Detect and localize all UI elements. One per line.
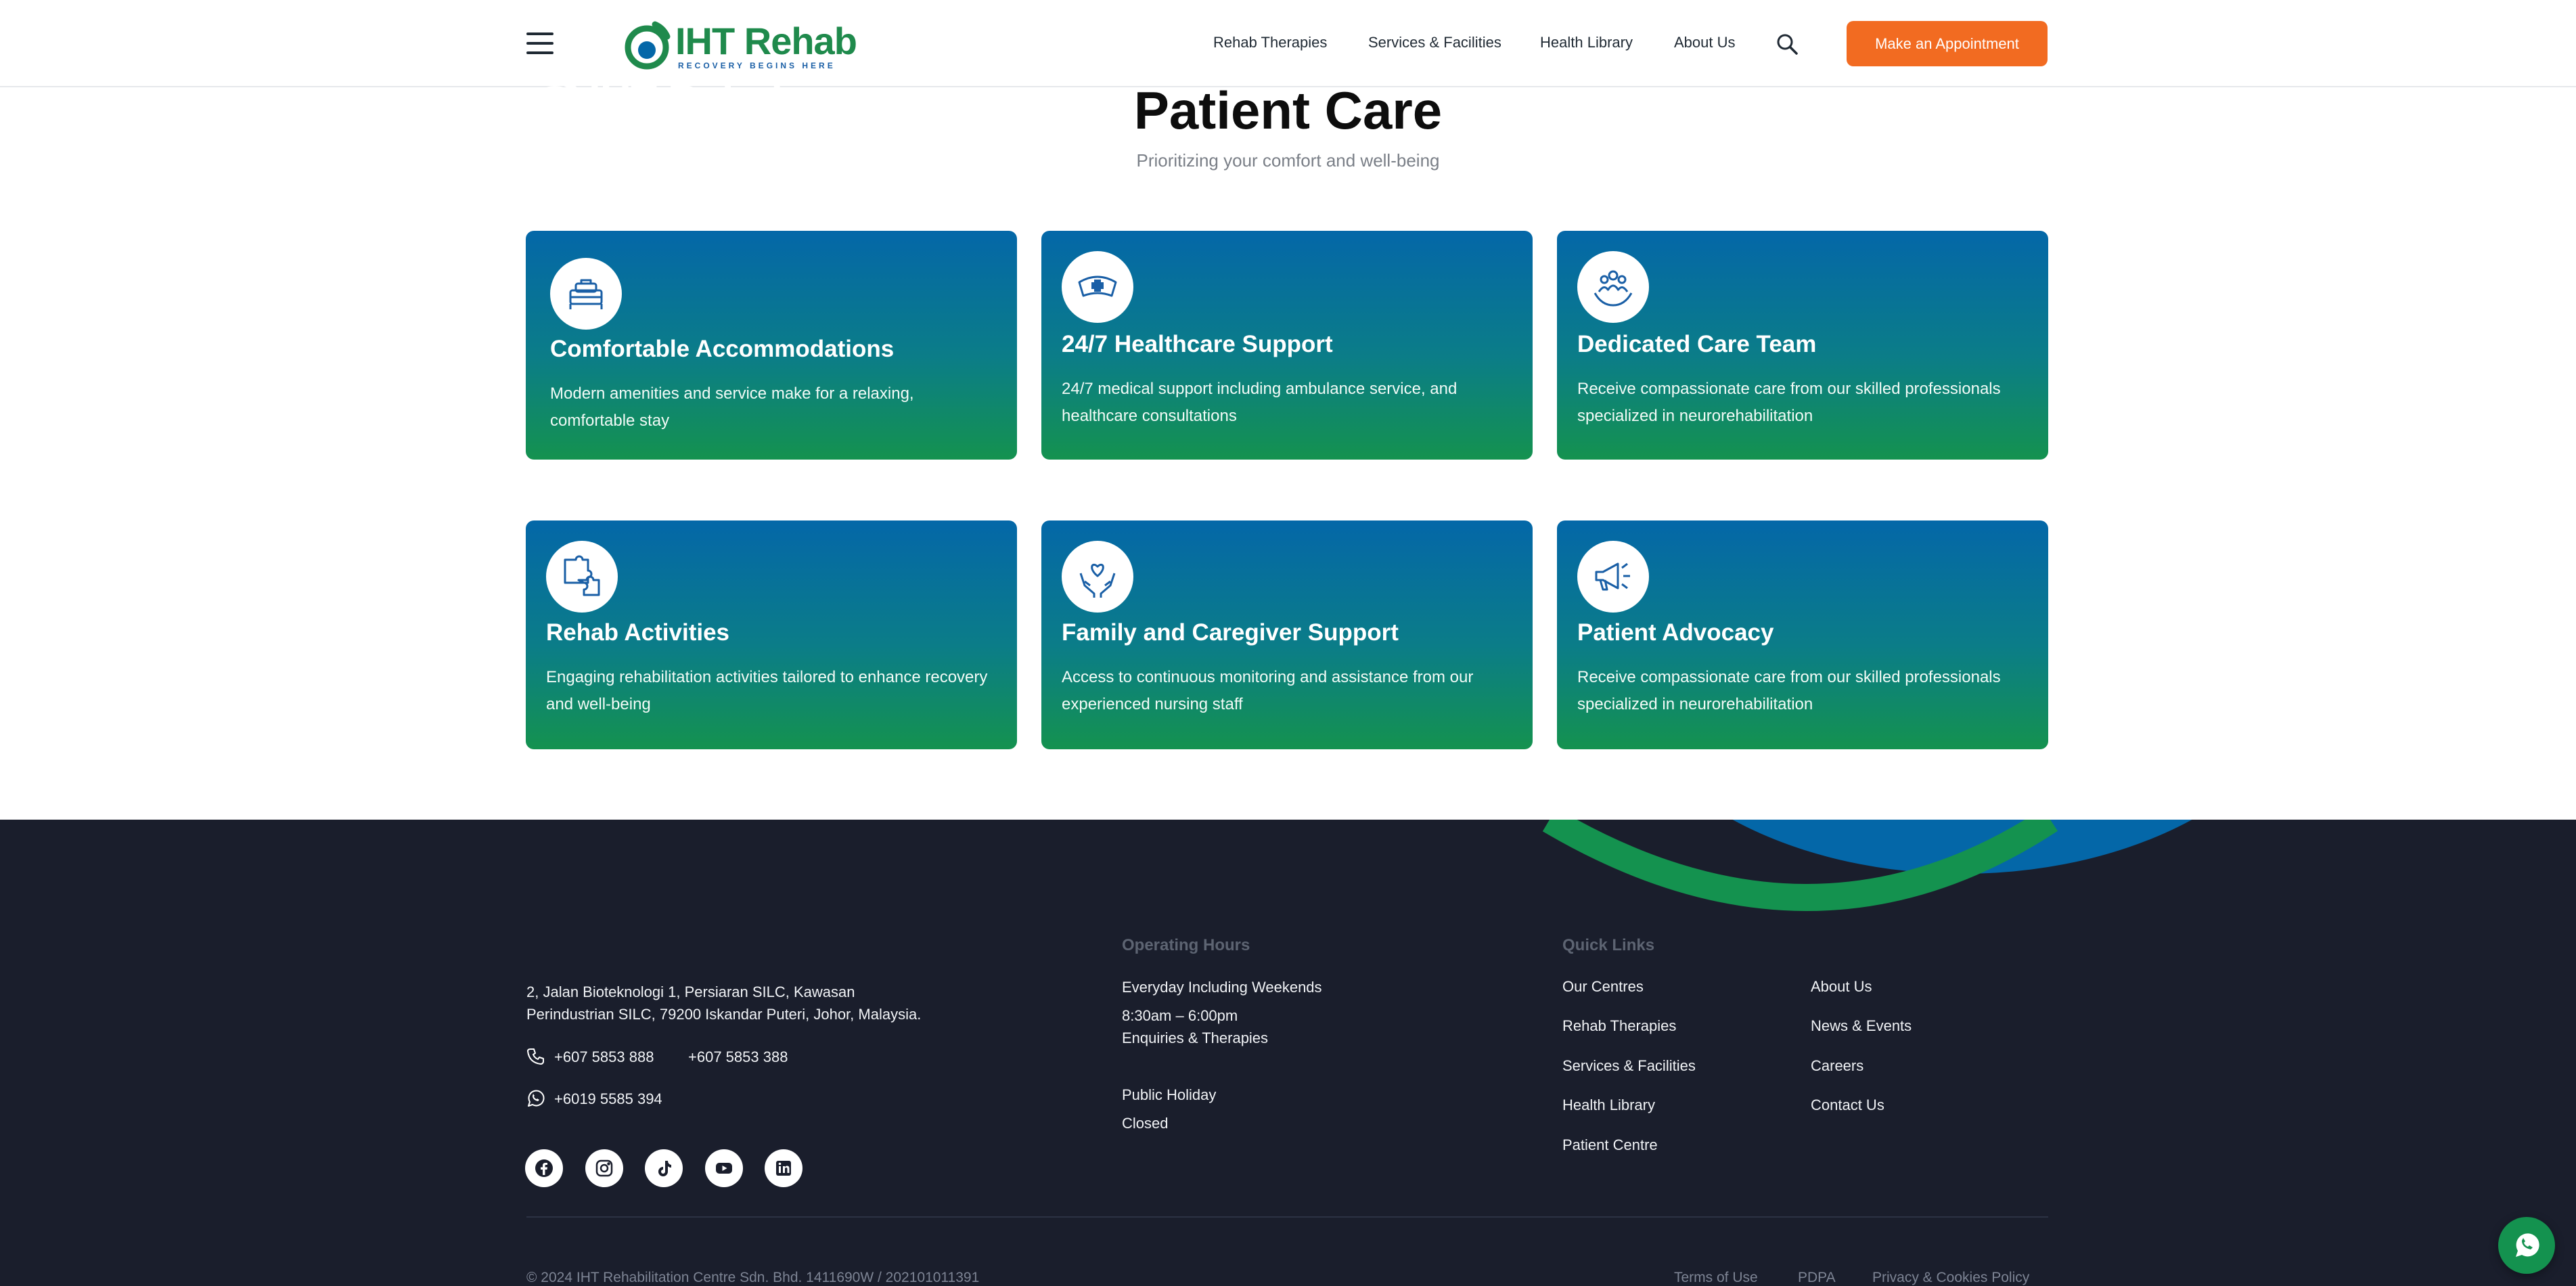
nav-about-us[interactable]: About Us — [1674, 34, 1736, 51]
card-description: Receive compassionate care from our skil… — [1577, 380, 2001, 425]
footer-link-patient-centre[interactable]: Patient Centre — [1562, 1136, 1658, 1154]
whatsapp-chat-button[interactable] — [2498, 1217, 2555, 1274]
whatsapp-icon — [2516, 1233, 2539, 1257]
footer-link-health-library[interactable]: Health Library — [1562, 1096, 1655, 1114]
make-appointment-button[interactable]: Make an Appointment — [1847, 21, 2048, 66]
care-team-icon — [1577, 251, 1649, 323]
card-title: Rehab Activities — [546, 619, 730, 646]
facebook-icon[interactable] — [525, 1149, 563, 1187]
phone-icon — [527, 1048, 544, 1065]
hamburger-menu-icon[interactable] — [526, 32, 553, 54]
footer-link-news-events[interactable]: News & Events — [1811, 1017, 1912, 1035]
logo-tagline: RECOVERY BEGINS HERE — [678, 61, 836, 70]
nav-health-library[interactable]: Health Library — [1540, 34, 1633, 51]
hours-line-5: Closed — [1122, 1115, 1169, 1132]
card-comfortable-accommodations: Comfortable Accommodations Modern amenit… — [526, 231, 1017, 460]
card-description: Access to continuous monitoring and assi… — [1062, 668, 1474, 713]
privacy-cookies-link[interactable]: Privacy & Cookies Policy — [1872, 1270, 2029, 1286]
footer-link-about-us[interactable]: About Us — [1811, 978, 1872, 996]
hands-heart-icon — [1062, 541, 1133, 613]
logo-mark-icon — [625, 21, 671, 70]
card-rehab-activities: Rehab Activities Engaging rehabilitation… — [526, 520, 1017, 749]
footer-divider — [526, 1216, 2048, 1218]
footer-link-services-facilities[interactable]: Services & Facilities — [1562, 1057, 1696, 1075]
search-icon[interactable] — [1776, 32, 1799, 56]
section-subtitle: Prioritizing your comfort and well-being — [1136, 150, 1440, 171]
card-description: Engaging rehabilitation activities tailo… — [546, 668, 988, 713]
copyright-text: © 2024 IHT Rehabilitation Centre Sdn. Bh… — [526, 1270, 980, 1285]
footer-logo-mark-icon — [528, 79, 583, 139]
section-title: Patient Care — [1133, 81, 1443, 140]
phone-number-2[interactable]: +607 5853 388 — [688, 1046, 788, 1068]
nurse-cap-icon — [1062, 251, 1133, 323]
card-title: Family and Caregiver Support — [1062, 619, 1399, 646]
logo-name: IHT Rehab — [675, 20, 857, 62]
footer-logo[interactable]: IHT Rehab RECOVERY BEGINS HERE — [526, 72, 797, 139]
card-healthcare-support: 24/7 Healthcare Support 24/7 medical sup… — [1041, 231, 1533, 460]
tiktok-icon[interactable] — [645, 1149, 683, 1187]
card-description: Receive compassionate care from our skil… — [1577, 668, 2001, 713]
address-line-2: Perindustrian SILC, 79200 Iskandar Puter… — [526, 1006, 922, 1023]
site-header: IHT Rehab RECOVERY BEGINS HERE Rehab The… — [0, 0, 2576, 87]
terms-of-use-link[interactable]: Terms of Use — [1674, 1270, 1758, 1286]
whatsapp-number[interactable]: +6019 5585 394 — [554, 1088, 662, 1110]
address-line-1: 2, Jalan Bioteknologi 1, Persiaran SILC,… — [526, 983, 855, 1000]
footer-link-careers[interactable]: Careers — [1811, 1057, 1863, 1075]
instagram-icon[interactable] — [585, 1149, 623, 1187]
card-family-caregiver-support: Family and Caregiver Support Access to c… — [1041, 520, 1533, 749]
card-patient-advocacy: Patient Advocacy Receive compassionate c… — [1557, 520, 2048, 749]
whatsapp-icon — [528, 1090, 545, 1107]
operating-hours-heading: Operating Hours — [1122, 936, 1250, 954]
card-title: Patient Advocacy — [1577, 619, 1774, 646]
pdpa-link[interactable]: PDPA — [1798, 1270, 1836, 1286]
footer-link-rehab-therapies[interactable]: Rehab Therapies — [1562, 1017, 1676, 1035]
card-title: 24/7 Healthcare Support — [1062, 331, 1333, 357]
footer-link-our-centres[interactable]: Our Centres — [1562, 978, 1644, 996]
site-logo[interactable]: IHT Rehab RECOVERY BEGINS HERE — [623, 16, 857, 73]
linkedin-icon[interactable] — [765, 1149, 803, 1187]
card-title: Dedicated Care Team — [1577, 331, 1817, 357]
footer-logo-tagline: RECOVERY BEGINS HERE — [591, 126, 780, 137]
card-description: 24/7 medical support including ambulance… — [1062, 380, 1458, 425]
youtube-icon[interactable] — [705, 1149, 743, 1187]
hours-line-4: Public Holiday — [1122, 1086, 1217, 1103]
quick-links-heading: Quick Links — [1562, 936, 1655, 954]
hours-line-1: Everyday Including Weekends — [1122, 979, 1322, 996]
footer-logo-name: IHT Rehab — [589, 76, 797, 125]
hours-line-2: 8:30am – 6:00pm — [1122, 1007, 1238, 1024]
card-dedicated-care-team: Dedicated Care Team Receive compassionat… — [1557, 231, 2048, 460]
hours-line-3: Enquiries & Therapies — [1122, 1029, 1269, 1046]
puzzle-icon — [546, 541, 618, 613]
nav-rehab-therapies[interactable]: Rehab Therapies — [1213, 34, 1327, 51]
nav-services-facilities[interactable]: Services & Facilities — [1368, 34, 1501, 51]
card-title: Comfortable Accommodations — [550, 336, 895, 362]
card-description: Modern amenities and service make for a … — [550, 384, 914, 430]
megaphone-icon — [1577, 541, 1649, 613]
phone-number-1[interactable]: +607 5853 888 — [554, 1046, 654, 1068]
bed-icon — [550, 258, 622, 330]
footer-link-contact-us[interactable]: Contact Us — [1811, 1096, 1884, 1114]
